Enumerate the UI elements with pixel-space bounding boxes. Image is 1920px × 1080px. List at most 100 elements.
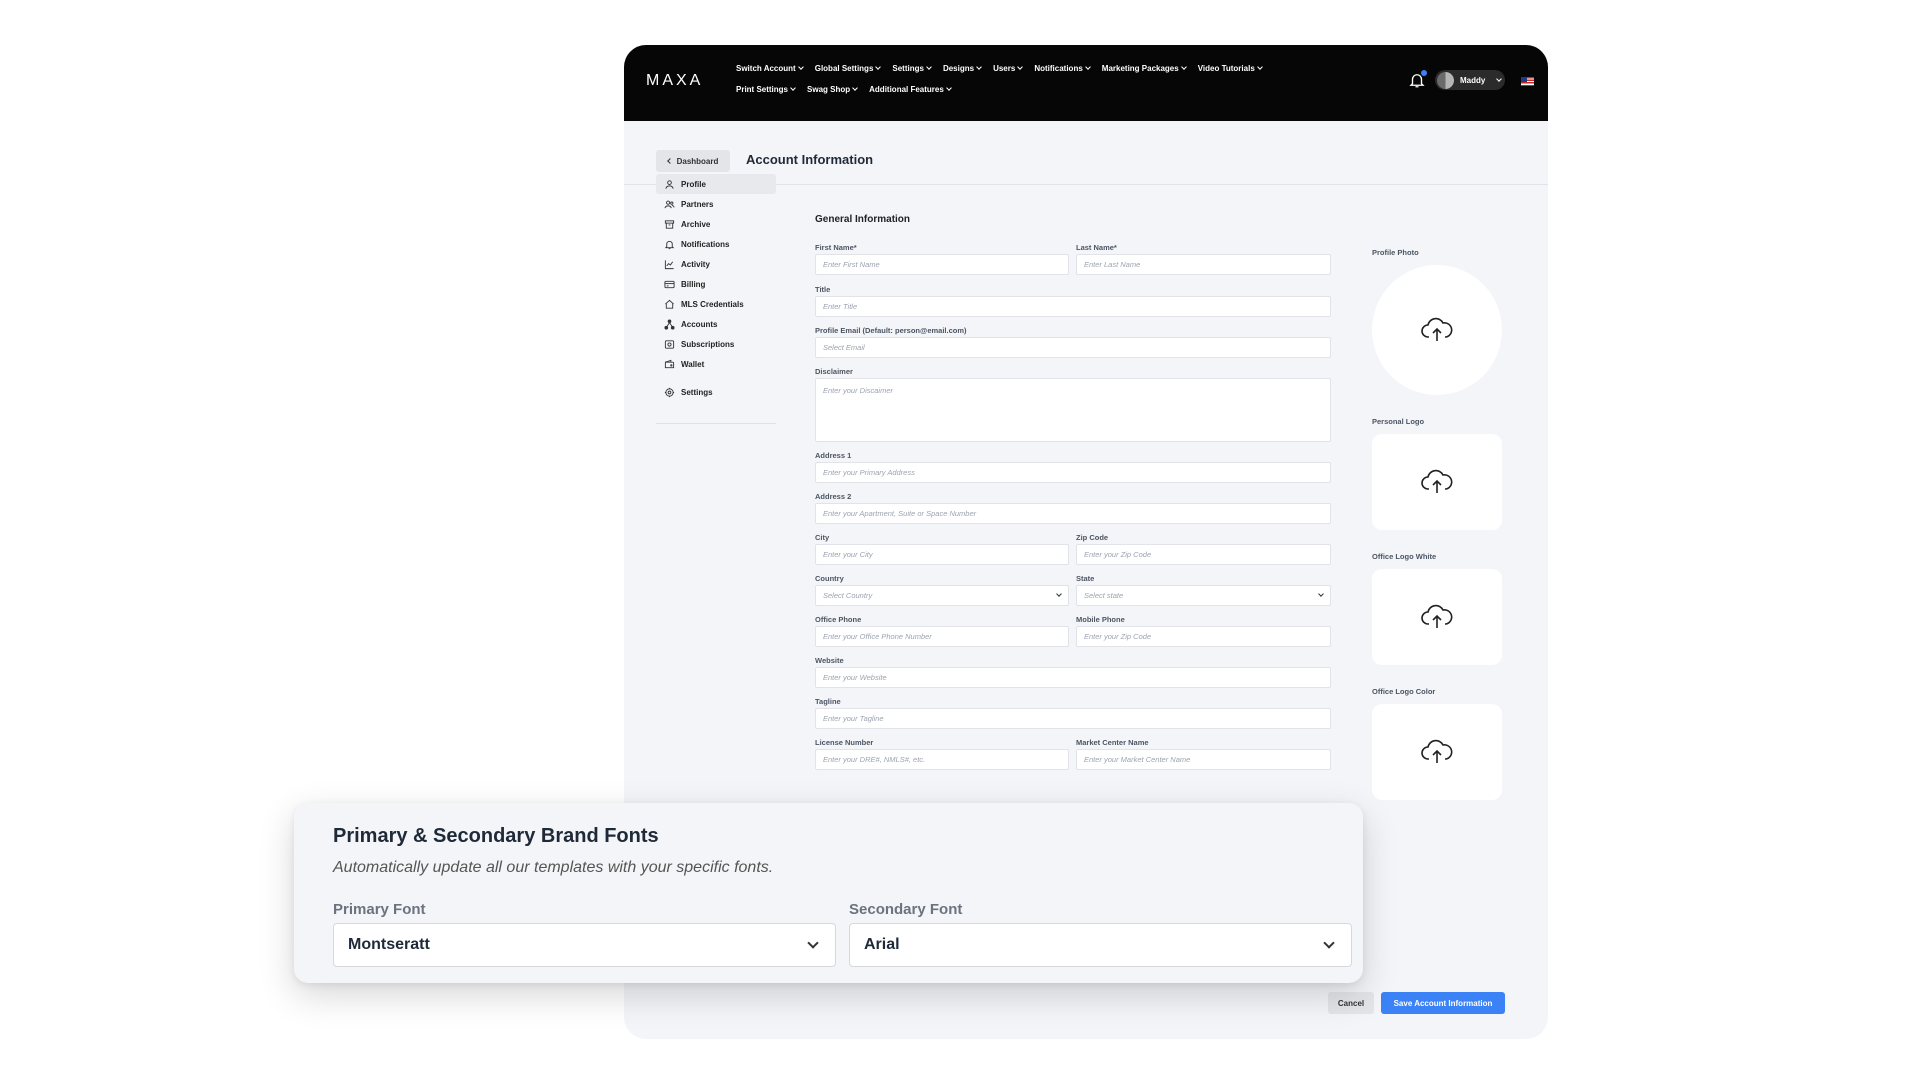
secondary-font-value: Arial — [864, 936, 900, 953]
tagline-label: Tagline — [815, 697, 841, 706]
sidebar-item-notifications[interactable]: Notifications — [656, 234, 776, 254]
personal-logo-upload[interactable] — [1372, 434, 1502, 530]
first-name-input[interactable]: Enter First Name — [815, 254, 1069, 275]
cloud-upload-icon — [1421, 739, 1453, 763]
address2-input[interactable]: Enter your Apartment, Suite or Space Num… — [815, 503, 1331, 524]
network-icon — [664, 318, 675, 330]
office-logo-white-upload[interactable] — [1372, 569, 1502, 665]
sidebar-item-profile[interactable]: Profile — [656, 174, 776, 194]
save-account-button[interactable]: Save Account Information — [1381, 992, 1505, 1014]
office-logo-color-upload[interactable] — [1372, 704, 1502, 800]
disclaimer-textarea[interactable]: Enter your Discaimer — [815, 378, 1331, 442]
first-name-label: First Name* — [815, 243, 857, 252]
users-icon — [664, 200, 675, 208]
country-label: Country — [815, 574, 844, 583]
license-input[interactable]: Enter your DRE#, NMLS#, etc. — [815, 749, 1069, 770]
title-label: Title — [815, 285, 831, 294]
sidebar-item-subscriptions[interactable]: Subscriptions — [656, 334, 776, 354]
office-phone-label: Office Phone — [815, 615, 862, 624]
nav-global-settings[interactable]: Global Settings — [815, 64, 882, 73]
sidebar-item-partners[interactable]: Partners — [656, 194, 776, 214]
disclaimer-label: Disclaimer — [815, 367, 853, 376]
secondary-font-label: Secondary Font — [849, 901, 963, 918]
title-input[interactable]: Enter Title — [815, 296, 1331, 317]
nav-switch-account[interactable]: Switch Account — [736, 64, 804, 73]
nav-marketing-packages[interactable]: Marketing Packages — [1102, 64, 1187, 73]
mobile-phone-input[interactable]: Enter your Zip Code — [1076, 626, 1331, 647]
chevron-down-icon — [790, 85, 796, 91]
cloud-upload-icon — [1421, 317, 1453, 341]
primary-font-select[interactable]: Montseratt — [333, 923, 836, 967]
chevron-down-icon — [926, 64, 932, 70]
sidebar-item-settings[interactable]: Settings — [656, 382, 776, 402]
market-center-label: Market Center Name — [1076, 738, 1149, 747]
last-name-input[interactable]: Enter Last Name — [1076, 254, 1331, 275]
chevron-down-icon — [807, 936, 819, 949]
email-select[interactable]: Select Email — [815, 337, 1331, 358]
profile-photo-upload[interactable] — [1372, 265, 1502, 395]
city-input[interactable]: Enter your City — [815, 544, 1069, 565]
cancel-button[interactable]: Cancel — [1328, 992, 1374, 1014]
home-icon — [665, 299, 674, 309]
mobile-phone-label: Mobile Phone — [1076, 615, 1125, 624]
brand-fonts-title: Primary & Secondary Brand Fonts — [333, 825, 659, 847]
website-input[interactable]: Enter your Website — [815, 667, 1331, 688]
cloud-upload-icon — [1421, 469, 1453, 493]
notification-dot — [1421, 70, 1427, 76]
office-phone-input[interactable]: Enter your Office Phone Number — [815, 626, 1069, 647]
address2-label: Address 2 — [815, 492, 852, 501]
chevron-down-icon — [875, 64, 882, 70]
nav-notifications[interactable]: Notifications — [1034, 64, 1091, 73]
cloud-upload-icon — [1421, 604, 1453, 628]
nav-swag-shop[interactable]: Swag Shop — [807, 85, 858, 94]
nav-print-settings[interactable]: Print Settings — [736, 85, 796, 94]
nav-video-tutorials[interactable]: Video Tutorials — [1198, 64, 1263, 73]
chevron-down-icon — [1323, 936, 1335, 949]
user-icon — [665, 179, 674, 189]
chevron-down-icon — [1496, 75, 1503, 82]
nav-users[interactable]: Users — [993, 64, 1024, 73]
market-center-input[interactable]: Enter your Market Center Name — [1076, 749, 1331, 770]
nav-designs[interactable]: Designs — [943, 64, 982, 73]
license-label: License Number — [815, 738, 874, 747]
nav-row-primary: Switch Account Global Settings Settings … — [736, 64, 1263, 73]
secondary-font-select[interactable]: Arial — [849, 923, 1352, 967]
user-name: Maddy — [1460, 75, 1486, 85]
maxa-logo[interactable]: MAXA — [646, 72, 703, 90]
chevron-left-icon — [666, 158, 673, 164]
zip-input[interactable]: Enter your Zip Code — [1076, 544, 1331, 565]
sidebar-divider — [656, 423, 776, 424]
office-logo-color-label: Office Logo Color — [1372, 687, 1436, 696]
zip-label: Zip Code — [1076, 533, 1109, 542]
sidebar-item-billing[interactable]: Billing — [656, 274, 776, 294]
user-menu[interactable]: Maddy — [1435, 70, 1505, 90]
nav-settings[interactable]: Settings — [892, 64, 932, 73]
wallet-icon — [664, 359, 675, 368]
card-icon — [664, 280, 675, 288]
primary-font-label: Primary Font — [333, 901, 426, 918]
sidebar-item-mls-credentials[interactable]: MLS Credentials — [656, 294, 776, 314]
tagline-input[interactable]: Enter your Tagline — [815, 708, 1331, 729]
office-logo-white-label: Office Logo White — [1372, 552, 1437, 561]
gear-icon — [664, 387, 675, 397]
nav-additional-features[interactable]: Additional Features — [869, 85, 952, 94]
chevron-down-icon — [852, 85, 858, 91]
address1-input[interactable]: Enter your Primary Address — [815, 462, 1331, 483]
back-to-dashboard-button[interactable]: Dashboard — [656, 150, 730, 172]
personal-logo-label: Personal Logo — [1372, 417, 1425, 426]
sidebar-item-accounts[interactable]: Accounts — [656, 314, 776, 334]
chevron-down-icon — [1256, 64, 1263, 70]
us-flag-icon[interactable] — [1521, 77, 1534, 86]
chevron-down-icon — [1084, 64, 1091, 70]
sidebar-item-archive[interactable]: Archive — [656, 214, 776, 234]
state-select[interactable]: Select state — [1076, 585, 1331, 606]
chevron-down-icon — [1318, 591, 1324, 597]
sidebar-item-activity[interactable]: Activity — [656, 254, 776, 274]
sidebar-item-wallet[interactable]: Wallet — [656, 354, 776, 374]
bell-icon — [664, 240, 675, 249]
top-navbar: MAXA Switch Account Global Settings Sett… — [624, 45, 1548, 121]
nav-row-secondary: Print Settings Swag Shop Additional Feat… — [736, 85, 952, 94]
country-select[interactable]: Select Country — [815, 585, 1069, 606]
email-label: Profile Email (Default: person@email.com… — [815, 326, 967, 335]
website-label: Website — [815, 656, 844, 665]
